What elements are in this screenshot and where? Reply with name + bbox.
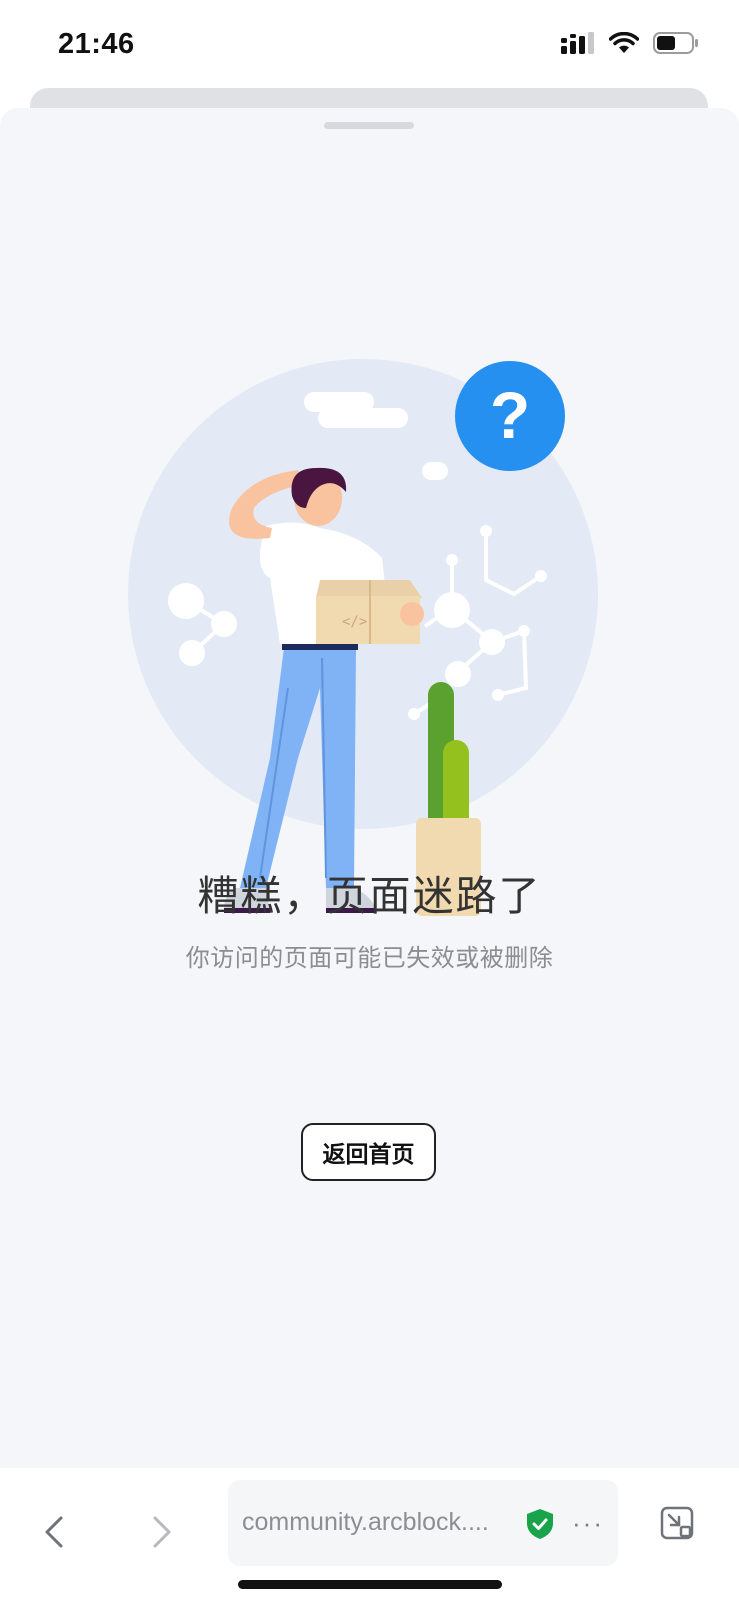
more-icon[interactable]: ··· bbox=[572, 1508, 604, 1539]
pip-button[interactable] bbox=[660, 1506, 694, 1545]
address-bar[interactable]: community.arcblock.... ··· bbox=[228, 1480, 618, 1566]
page-subtitle: 你访问的页面可能已失效或被删除 bbox=[185, 945, 554, 972]
back-button[interactable] bbox=[34, 1508, 74, 1556]
page-title: 糟糕，页面迷路了 bbox=[197, 873, 542, 919]
home-indicator bbox=[238, 1580, 502, 1589]
battery-icon bbox=[653, 32, 698, 54]
modal-sheet: ? </> 糟糕，页面迷路了 你访问的页面可能已失效或被删除 返回首页 bbox=[0, 108, 739, 1468]
lost-page-illustration: ? </> bbox=[128, 359, 598, 916]
person-hand bbox=[400, 602, 424, 626]
forward-button[interactable] bbox=[142, 1508, 182, 1556]
back-icon bbox=[45, 1516, 63, 1548]
question-mark-icon: ? bbox=[490, 378, 530, 452]
signal-icon bbox=[561, 32, 594, 54]
back-home-button[interactable]: 返回首页 bbox=[301, 1123, 436, 1181]
cloud-shape bbox=[318, 408, 408, 428]
status-time: 21:46 bbox=[58, 28, 135, 60]
url-text: community.arcblock.... bbox=[242, 1508, 489, 1536]
pip-icon bbox=[660, 1506, 694, 1540]
forward-icon bbox=[153, 1516, 171, 1548]
secure-shield-icon bbox=[527, 1509, 553, 1539]
status-icons bbox=[561, 32, 699, 54]
cloud-shape bbox=[422, 462, 448, 480]
svg-text:</>: </> bbox=[342, 614, 367, 630]
sheet-grabber[interactable] bbox=[324, 122, 414, 129]
wifi-icon bbox=[609, 32, 639, 53]
status-bar: 21:46 bbox=[0, 0, 739, 90]
